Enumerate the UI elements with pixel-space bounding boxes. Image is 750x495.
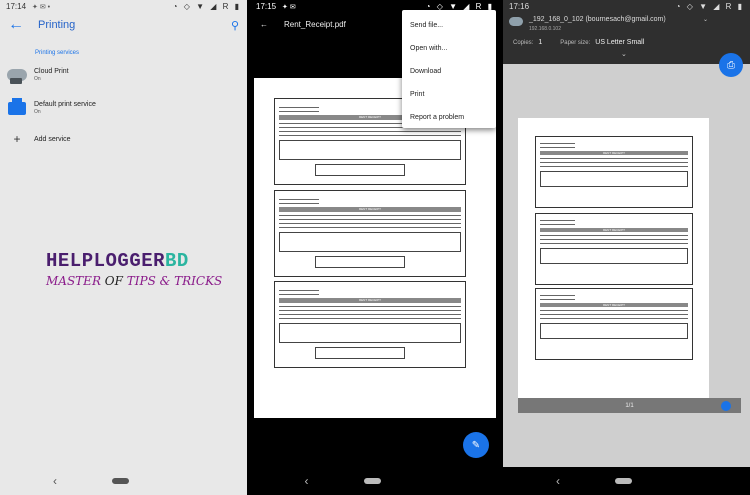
copies-value: 1	[538, 39, 543, 46]
service-cloud-print[interactable]: Cloud Print On	[0, 68, 247, 84]
watermark-tagline-a: MASTER	[46, 274, 105, 288]
paper-size-value: US Letter Small	[595, 39, 645, 46]
edit-fab[interactable]: ✎	[463, 432, 489, 458]
nav-bar: ‹	[250, 467, 500, 495]
status-time: 17:16	[509, 2, 530, 11]
receipt-block: RENT RECEIPT	[535, 136, 693, 208]
printer-selector[interactable]: _192_168_0_102 (bournesach@gmail.com)	[529, 16, 666, 23]
section-header: Printing services	[35, 50, 80, 56]
watermark-tagline-b: OF	[104, 274, 127, 288]
service-default-print[interactable]: Default print service On	[0, 97, 247, 115]
nav-home-pill[interactable]	[363, 478, 381, 484]
menu-item-print[interactable]: Print	[402, 83, 496, 106]
receipt-block: RENT RECEIPT	[274, 190, 466, 277]
receipt-block: RENT RECEIPT	[274, 281, 466, 368]
receipt-heading: RENT RECEIPT	[279, 207, 461, 212]
nav-bar: ‹	[0, 467, 247, 495]
print-preview-screen: 17:16 ◔ ◇ ▼ ◢ R ▮ _192_168_0_102 (bourne…	[503, 0, 750, 495]
receipt-heading: RENT RECEIPT	[279, 298, 461, 303]
menu-item-report-problem[interactable]: Report a problem	[402, 106, 496, 129]
nav-back-icon[interactable]: ‹	[556, 474, 560, 488]
watermark-logo: HELPLOGGERBD MASTER OF TIPS & TRICKS	[46, 250, 222, 288]
search-icon[interactable]: ⚲	[231, 19, 239, 32]
receipt-heading: RENT RECEIPT	[540, 151, 688, 155]
pencil-icon: ✎	[471, 439, 481, 451]
copies-label: Copies:	[513, 39, 534, 46]
add-service-label: Add service	[34, 135, 71, 143]
paper-size-label: Paper size:	[560, 39, 591, 46]
twitter-icon: ✦ ✉ •	[32, 3, 51, 11]
watermark-text-bd: BD	[165, 250, 189, 272]
app-bar: ← Printing ⚲	[0, 13, 247, 37]
page-title: Printing	[38, 19, 76, 31]
page-counter-bar: 1/1	[518, 398, 741, 413]
print-options-summary: Copies: 1 Paper size: US Letter Small	[513, 39, 644, 46]
status-icons: ◔ ◇ ▼ ◢ R ▮	[675, 2, 744, 11]
plus-icon: +	[13, 132, 21, 146]
cloud-printer-icon	[509, 17, 523, 26]
status-time: 17:15	[256, 2, 277, 11]
back-arrow-icon[interactable]: ←	[260, 20, 268, 29]
receipt-heading: RENT RECEIPT	[540, 303, 688, 307]
screenshot-collage: 17:14 ✦ ✉ • ◔ ◇ ▼ ◢ R ▮ ← Printing ⚲ Pri…	[0, 0, 750, 495]
add-service-item[interactable]: + Add service	[0, 132, 247, 146]
nav-back-icon[interactable]: ‹	[305, 474, 309, 488]
receipt-block: RENT RECEIPT	[535, 213, 693, 285]
receipt-heading: RENT RECEIPT	[540, 228, 688, 232]
page-select-toggle[interactable]	[721, 401, 731, 411]
twitter-icon: ✦ ✉	[282, 3, 296, 11]
service-state: On	[34, 76, 41, 82]
status-icons: ◔ ◇ ▼ ◢ R ▮	[172, 2, 241, 11]
pdf-page: RENT RECEIPT RENT RECEIPT RENT RECEIPT	[254, 78, 496, 418]
watermark-text: HELPLOGGER	[46, 250, 166, 272]
menu-item-send-file[interactable]: Send file...	[402, 14, 496, 37]
pdf-viewer-screen: 17:15 ✦ ✉ ◔ ◇ ▼ ◢ R ▮ ← Rent_Receipt.pdf…	[250, 0, 500, 495]
status-bar: 17:16 ◔ ◇ ▼ ◢ R ▮	[503, 0, 750, 13]
preview-page: RENT RECEIPT RENT RECEIPT RENT RECEIPT	[518, 118, 709, 398]
chevron-down-icon[interactable]: ⌄	[703, 16, 708, 23]
back-arrow-icon[interactable]: ←	[8, 16, 24, 34]
overflow-menu: Send file... Open with... Download Print…	[402, 10, 496, 128]
printer-icon: ⎙	[727, 59, 735, 71]
status-bar: 17:14 ✦ ✉ • ◔ ◇ ▼ ◢ R ▮	[0, 0, 247, 13]
print-header: 17:16 ◔ ◇ ▼ ◢ R ▮ _192_168_0_102 (bourne…	[503, 0, 750, 64]
menu-item-open-with[interactable]: Open with...	[402, 37, 496, 60]
service-state: On	[34, 109, 41, 115]
printer-icon	[8, 97, 26, 115]
receipt-block: RENT RECEIPT	[535, 288, 693, 360]
file-name: Rent_Receipt.pdf	[284, 19, 346, 29]
page-counter: 1/1	[625, 402, 634, 409]
print-fab[interactable]: ⎙	[719, 53, 743, 77]
nav-home-pill[interactable]	[615, 478, 632, 484]
printing-settings-screen: 17:14 ✦ ✉ • ◔ ◇ ▼ ◢ R ▮ ← Printing ⚲ Pri…	[0, 0, 247, 495]
watermark-tagline-c: TIPS & TRICKS	[126, 274, 223, 288]
service-name: Default print service	[34, 101, 96, 108]
nav-home-pill[interactable]	[112, 478, 129, 484]
nav-back-icon[interactable]: ‹	[53, 474, 57, 488]
status-time: 17:14	[6, 2, 27, 11]
nav-bar: ‹	[503, 467, 750, 495]
cloud-print-icon	[7, 69, 27, 84]
expand-options-icon[interactable]: ⌄	[621, 50, 627, 58]
menu-item-download[interactable]: Download	[402, 60, 496, 83]
printer-ip: 192.168.0.102	[529, 26, 561, 32]
service-name: Cloud Print	[34, 68, 69, 75]
